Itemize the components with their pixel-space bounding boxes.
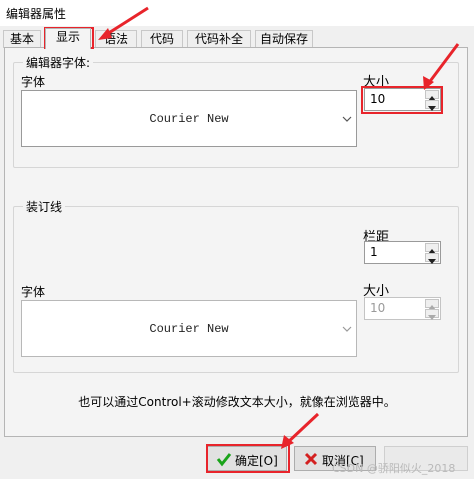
- arrow-down-icon: [428, 315, 436, 320]
- editor-size-spinner[interactable]: 10: [364, 88, 441, 111]
- tab-code[interactable]: 代码: [141, 30, 183, 48]
- chevron-down-icon: [342, 116, 352, 122]
- arrow-down-icon: [428, 106, 436, 111]
- gutter-margin-down-button[interactable]: [425, 253, 439, 264]
- tab-code-completion[interactable]: 代码补全: [187, 30, 251, 48]
- gutter-margin-value: 1: [370, 245, 378, 259]
- gutter-font-label: 字体: [21, 285, 46, 299]
- tab-display[interactable]: 显示: [45, 28, 91, 49]
- arrow-down-icon: [428, 259, 436, 264]
- gutter-size-up-button[interactable]: [425, 299, 439, 310]
- gutter-size-spinner[interactable]: 10: [364, 297, 441, 320]
- editor-size-value: 10: [370, 92, 386, 106]
- gutter-margin-spinner[interactable]: 1: [364, 241, 441, 264]
- checkmark-icon: [216, 453, 232, 467]
- close-icon: [304, 452, 318, 466]
- watermark: CSDN @骄阳似火_2018: [332, 462, 456, 475]
- ok-button-label: 确定[O]: [235, 454, 278, 468]
- gutter-size-down-button[interactable]: [425, 309, 439, 320]
- display-tab-panel: 编辑器字体: 字体 Courier New 大小 10 装订线 栏距 1 字体 …: [4, 47, 468, 437]
- tab-strip: 基本 显示 语法 代码 代码补全 自动保存: [0, 26, 474, 49]
- editor-font-select[interactable]: Courier New: [21, 90, 357, 147]
- gutter-group-title: 装订线: [23, 198, 66, 215]
- editor-font-name: Courier New: [149, 111, 229, 126]
- gutter-font-select[interactable]: Courier New: [21, 300, 357, 357]
- editor-font-group-title: 编辑器字体:: [23, 54, 94, 71]
- tab-syntax[interactable]: 语法: [95, 30, 137, 48]
- title-bar: [0, 0, 474, 26]
- window-title: 编辑器属性: [6, 7, 67, 21]
- gutter-size-value: 10: [370, 301, 386, 315]
- editor-size-down-button[interactable]: [425, 100, 439, 111]
- tab-auto-save[interactable]: 自动保存: [255, 30, 313, 48]
- gutter-margin-up-button[interactable]: [425, 243, 439, 254]
- chevron-down-icon: [342, 326, 352, 332]
- ok-button[interactable]: 确定[O]: [207, 446, 287, 471]
- editor-font-label: 字体: [21, 75, 46, 89]
- editor-size-up-button[interactable]: [425, 90, 439, 101]
- gutter-font-name: Courier New: [149, 321, 229, 336]
- tab-basic[interactable]: 基本: [3, 30, 41, 48]
- hint-text: 也可以通过Control+滚动修改文本大小，就像在浏览器中。: [78, 395, 396, 409]
